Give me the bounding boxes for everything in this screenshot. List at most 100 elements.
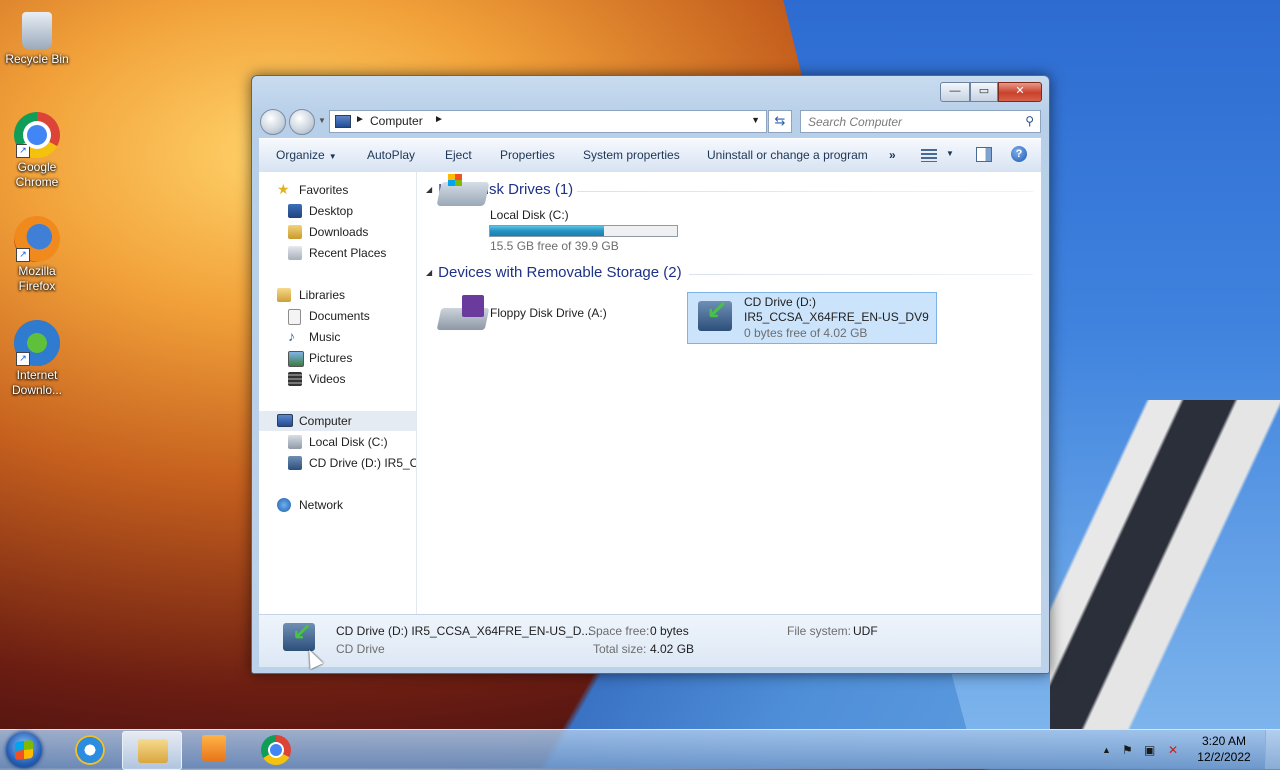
- documents-icon: [288, 309, 301, 325]
- shortcut-arrow-icon: ↗: [16, 248, 30, 262]
- desktop-icon-label: Internet Downlo...: [11, 368, 63, 397]
- help-icon[interactable]: ?: [1011, 146, 1027, 162]
- nav-pictures[interactable]: Pictures: [259, 348, 416, 368]
- drive-usage-bar: [489, 225, 678, 237]
- nav-videos[interactable]: Videos: [259, 369, 416, 389]
- eject-button[interactable]: Eject: [445, 148, 472, 162]
- nav-label: Documents: [309, 309, 370, 323]
- taskbar-internet-explorer[interactable]: [60, 731, 118, 768]
- group-header-removable-storage[interactable]: ◢ Devices with Removable Storage (2): [426, 264, 682, 281]
- nav-label: Recent Places: [309, 246, 387, 260]
- space-free-label: Space free:: [588, 624, 650, 638]
- floppy-disk-icon: [462, 295, 484, 317]
- desktop-icon-label: Google Chrome: [15, 160, 59, 189]
- nav-network[interactable]: Network: [259, 495, 416, 515]
- space-free-value: 0 bytes: [650, 624, 689, 638]
- preview-pane-icon[interactable]: [976, 147, 992, 162]
- collapse-triangle-icon: ◢: [426, 268, 433, 277]
- recent-pages-dropdown[interactable]: ▼: [318, 116, 326, 125]
- close-button[interactable]: ✕: [998, 82, 1042, 102]
- details-type: CD Drive: [336, 642, 385, 656]
- search-input[interactable]: Search Computer ⚲: [800, 110, 1041, 133]
- nav-documents[interactable]: Documents: [259, 306, 416, 326]
- nav-label: Desktop: [309, 204, 354, 218]
- chevron-down-icon: ▼: [328, 152, 337, 161]
- organize-label: Organize: [276, 148, 325, 162]
- drive-name: CD Drive (D:): [744, 295, 816, 309]
- downloads-folder-icon: [288, 225, 302, 239]
- chrome-icon: [261, 735, 291, 765]
- firefox-icon: ↗: [14, 216, 60, 262]
- taskbar: ▲ ⚑ ▣ ✕ 3:20 AM 12/2/2022: [0, 729, 1280, 770]
- nav-label: Computer: [299, 414, 352, 428]
- desktop-icon: [288, 204, 302, 218]
- drive-usage-fill: [490, 226, 605, 236]
- collapse-triangle-icon: ◢: [426, 185, 433, 194]
- desktop-icon-recycle-bin[interactable]: Recycle Bin: [4, 8, 70, 67]
- change-view-icon[interactable]: [921, 149, 937, 162]
- start-button[interactable]: [6, 732, 42, 768]
- volume-muted-icon[interactable]: ✕: [1168, 743, 1178, 757]
- nav-desktop[interactable]: Desktop: [259, 201, 416, 221]
- organize-button[interactable]: Organize ▼: [276, 148, 337, 162]
- drive-free-space: 15.5 GB free of 39.9 GB: [490, 239, 619, 253]
- system-properties-button[interactable]: System properties: [583, 148, 680, 162]
- back-button[interactable]: [260, 109, 286, 135]
- autoplay-button[interactable]: AutoPlay: [367, 148, 415, 162]
- uninstall-program-button[interactable]: Uninstall or change a program: [707, 148, 868, 162]
- nav-label: Downloads: [309, 225, 369, 239]
- desktop-icon-label: Mozilla Firefox: [18, 264, 56, 293]
- network-icon: [277, 498, 291, 512]
- system-tray: ▲ ⚑ ▣ ✕ 3:20 AM 12/2/2022: [1090, 730, 1280, 769]
- show-desktop-button[interactable]: [1265, 730, 1280, 769]
- drive-name: Floppy Disk Drive (A:): [490, 306, 607, 320]
- search-placeholder: Search Computer: [808, 115, 903, 129]
- breadcrumb-separator[interactable]: ►: [434, 114, 444, 125]
- drive-cd-d[interactable]: ↙ CD Drive (D:) IR5_CCSA_X64FRE_EN-US_DV…: [687, 292, 937, 344]
- desktop-icon-internet-download-manager[interactable]: ↗ Internet Downlo...: [4, 320, 70, 398]
- minimize-button[interactable]: —: [940, 82, 970, 102]
- music-note-icon: ♪: [288, 328, 295, 344]
- network-status-icon[interactable]: ▣: [1144, 743, 1155, 757]
- nav-label: Local Disk (C:): [309, 435, 388, 449]
- desktop-icon-google-chrome[interactable]: ↗ Google Chrome: [4, 112, 70, 190]
- libraries-icon: [277, 288, 291, 302]
- taskbar-chrome[interactable]: [246, 731, 304, 768]
- forward-button[interactable]: [289, 109, 315, 135]
- show-hidden-icons-icon[interactable]: ▲: [1102, 745, 1111, 755]
- address-bar[interactable]: ► Computer ► ▼: [329, 110, 767, 133]
- action-center-flag-icon[interactable]: ⚑: [1122, 743, 1133, 757]
- nav-libraries[interactable]: Libraries: [259, 285, 416, 305]
- file-list-pane: ◢ Hard Disk Drives (1) Local Disk (C:) 15…: [417, 172, 1041, 614]
- breadcrumb-separator[interactable]: ►: [355, 114, 365, 125]
- nav-recent-places[interactable]: Recent Places: [259, 243, 416, 263]
- desktop-icon-mozilla-firefox[interactable]: ↗ Mozilla Firefox: [4, 216, 70, 294]
- breadcrumb-computer[interactable]: Computer: [370, 114, 423, 128]
- star-icon: ★: [277, 181, 290, 197]
- autoplay-arrow-icon: ↙: [706, 295, 728, 325]
- nav-computer[interactable]: Computer: [259, 411, 416, 431]
- view-options-dropdown[interactable]: ▼: [946, 149, 954, 158]
- more-commands-button[interactable]: »: [889, 148, 896, 162]
- properties-button[interactable]: Properties: [500, 148, 555, 162]
- total-size-value: 4.02 GB: [650, 642, 695, 656]
- nav-local-disk-c[interactable]: Local Disk (C:): [259, 432, 416, 452]
- chrome-icon: ↗: [14, 112, 60, 158]
- refresh-button[interactable]: ⇆: [768, 110, 792, 133]
- maximize-button[interactable]: ▭: [970, 82, 998, 102]
- clock-date[interactable]: 12/2/2022: [1192, 750, 1256, 764]
- command-bar: Organize ▼ AutoPlay Eject Properties Syst…: [259, 138, 1041, 173]
- nav-music[interactable]: ♪ Music: [259, 327, 416, 347]
- shortcut-arrow-icon: ↗: [16, 144, 30, 158]
- taskbar-windows-explorer[interactable]: [122, 731, 182, 770]
- address-dropdown-icon[interactable]: ▼: [751, 115, 760, 125]
- clock-time[interactable]: 3:20 AM: [1192, 734, 1256, 748]
- recycle-bin-icon: [22, 12, 52, 50]
- taskbar-media-player[interactable]: [184, 731, 242, 768]
- nav-label: Favorites: [299, 183, 349, 197]
- nav-favorites[interactable]: ★ Favorites: [259, 180, 416, 200]
- pictures-icon: [288, 351, 304, 367]
- drive-name: Local Disk (C:): [490, 208, 569, 222]
- nav-cd-drive-d[interactable]: CD Drive (D:) IR5_CC: [259, 453, 416, 473]
- nav-downloads[interactable]: Downloads: [259, 222, 416, 242]
